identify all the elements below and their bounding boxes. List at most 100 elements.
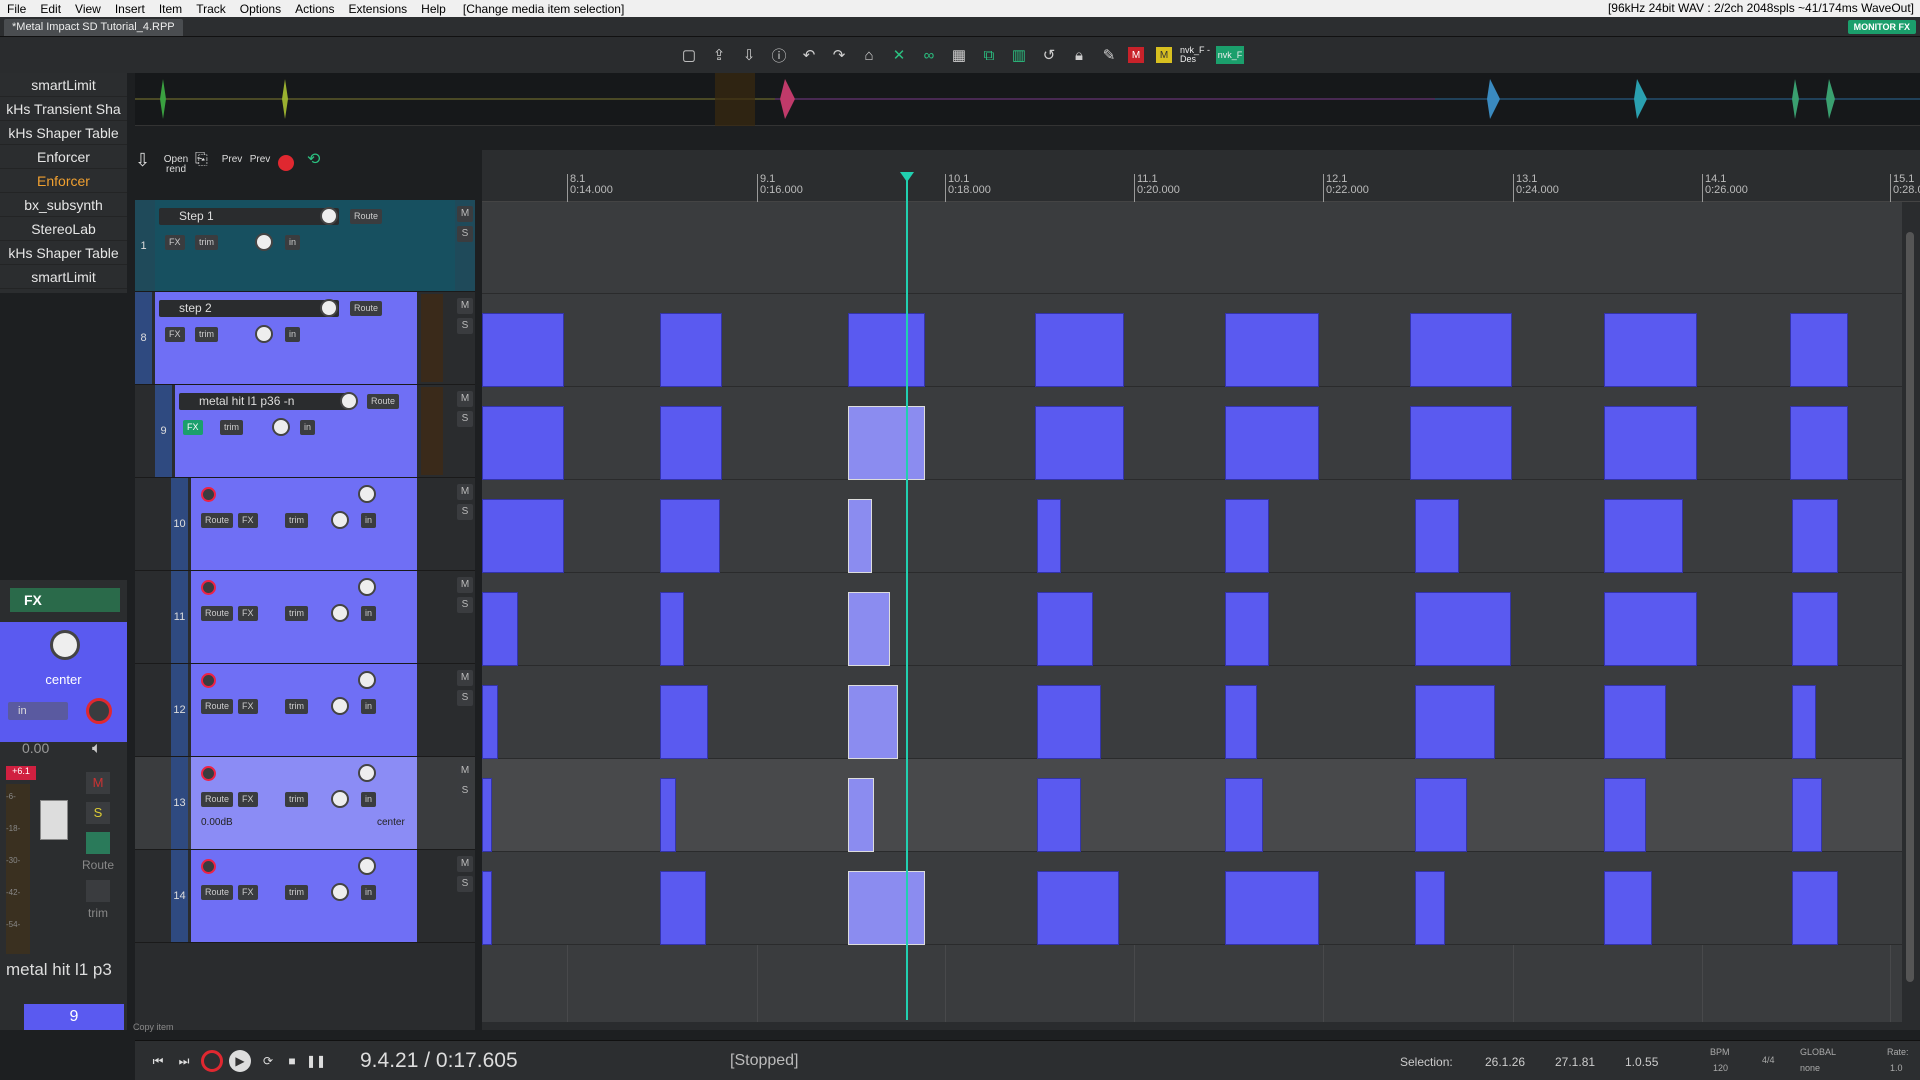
- nvk-button[interactable]: nvk_F: [1216, 46, 1244, 64]
- undo-icon[interactable]: ↶: [798, 44, 820, 66]
- fx-item[interactable]: kHs Shaper Table: [0, 121, 127, 145]
- media-item[interactable]: [1225, 406, 1319, 480]
- media-item[interactable]: [660, 871, 706, 945]
- menu-options[interactable]: Options: [233, 2, 288, 16]
- mute-button[interactable]: M: [457, 856, 473, 872]
- route-button[interactable]: Route: [201, 699, 234, 714]
- grouping-icon[interactable]: ⧉: [978, 44, 1000, 66]
- media-item[interactable]: [1415, 685, 1495, 759]
- route-button[interactable]: Route: [350, 301, 383, 316]
- preview-button-2[interactable]: Prev: [249, 155, 271, 165]
- pan-knob[interactable]: [331, 604, 349, 622]
- trim-button[interactable]: trim: [285, 885, 308, 900]
- media-item[interactable]: [1604, 592, 1697, 666]
- input-button[interactable]: in: [361, 885, 377, 900]
- fx-button[interactable]: FX: [238, 513, 258, 528]
- bpm-value[interactable]: 120: [1713, 1063, 1728, 1073]
- track-10[interactable]: 10 Route FX trim in M S: [135, 478, 475, 571]
- media-item[interactable]: [660, 685, 708, 759]
- menu-insert[interactable]: Insert: [108, 2, 152, 16]
- media-item[interactable]: [1037, 499, 1061, 573]
- grid-icon[interactable]: ▦: [948, 44, 970, 66]
- media-item[interactable]: [482, 685, 498, 759]
- media-item[interactable]: [1225, 313, 1319, 387]
- media-item[interactable]: [482, 592, 518, 666]
- m-icon[interactable]: M: [1128, 47, 1144, 63]
- track-1[interactable]: 1 Step 1 Route FX trim in M S: [135, 200, 475, 292]
- solo-button[interactable]: S: [457, 318, 473, 334]
- project-tab[interactable]: *Metal Impact SD Tutorial_4.RPP: [4, 19, 183, 36]
- pan-knob[interactable]: [331, 697, 349, 715]
- menu-view[interactable]: View: [68, 2, 108, 16]
- fx-item[interactable]: smartLimit: [0, 265, 127, 289]
- envelope-icon[interactable]: ✎: [1098, 44, 1120, 66]
- record-arm-button[interactable]: [86, 698, 112, 724]
- record-arm-button[interactable]: [201, 766, 216, 781]
- redo-icon[interactable]: ↷: [828, 44, 850, 66]
- track-9[interactable]: 9 metal hit l1 p36 -n Route FX trim in M…: [135, 385, 475, 478]
- track-8[interactable]: 8 step 2 Route FX trim in M S: [135, 292, 475, 385]
- render-icon[interactable]: ⎘: [195, 152, 208, 168]
- pan-knob[interactable]: [331, 790, 349, 808]
- menu-file[interactable]: File: [0, 2, 33, 16]
- fx-item[interactable]: kHs Transient Sha: [0, 97, 127, 121]
- loop-icon[interactable]: ↺: [1038, 44, 1060, 66]
- new-project-icon[interactable]: ▢: [678, 44, 700, 66]
- fx-item[interactable]: StereoLab: [0, 217, 127, 241]
- route-button[interactable]: Route: [201, 885, 234, 900]
- timeline-ruler[interactable]: 8.1 0:14.000 9.1 0:16.000 10.1 0:18.000 11.…: [482, 150, 1920, 202]
- grid-lines-icon[interactable]: ▥: [1008, 44, 1030, 66]
- vertical-scrollbar[interactable]: [1902, 202, 1920, 1022]
- nvk-des-button[interactable]: nvk_F -Des: [1180, 44, 1216, 66]
- route-button[interactable]: Route: [201, 606, 234, 621]
- arrange-view[interactable]: [482, 202, 1902, 1022]
- media-item[interactable]: [1792, 871, 1838, 945]
- m2-icon[interactable]: M: [1156, 47, 1172, 63]
- trim-button[interactable]: trim: [195, 327, 218, 342]
- mixer-track-name[interactable]: metal hit l1 p3: [6, 960, 126, 980]
- mute-button[interactable]: M: [457, 298, 473, 314]
- fx-item-selected[interactable]: Enforcer: [0, 169, 127, 193]
- media-item[interactable]: [1415, 871, 1445, 945]
- input-button[interactable]: in: [285, 327, 301, 342]
- mute-button[interactable]: M: [457, 577, 473, 593]
- media-item[interactable]: [1792, 499, 1838, 573]
- menu-extensions[interactable]: Extensions: [341, 2, 414, 16]
- automation-mode[interactable]: none: [1800, 1063, 1820, 1073]
- media-item[interactable]: [1225, 778, 1263, 852]
- trim-button[interactable]: trim: [285, 792, 308, 807]
- media-item[interactable]: [1035, 313, 1124, 387]
- rate-value[interactable]: 1.0: [1890, 1063, 1903, 1073]
- media-item-selected[interactable]: [848, 685, 898, 759]
- menu-help[interactable]: Help: [414, 2, 453, 16]
- route-button[interactable]: Route: [367, 394, 400, 409]
- mute-button[interactable]: M: [86, 772, 110, 794]
- media-item[interactable]: [482, 406, 564, 480]
- solo-button[interactable]: S: [457, 876, 473, 892]
- solo-button[interactable]: S: [457, 411, 473, 427]
- volume-knob[interactable]: [358, 485, 376, 503]
- route-icon[interactable]: [86, 832, 110, 854]
- track-13[interactable]: 13 Route FX trim in 0.00dB center M S: [135, 757, 475, 850]
- trim-icon[interactable]: [86, 880, 110, 902]
- media-item[interactable]: [1037, 778, 1081, 852]
- route-button[interactable]: Route: [350, 209, 383, 224]
- solo-button[interactable]: S: [457, 783, 473, 799]
- input-button[interactable]: in: [285, 235, 301, 250]
- fx-item[interactable]: bx_subsynth: [0, 193, 127, 217]
- pause-button[interactable]: ❚❚: [305, 1050, 327, 1072]
- repeat-icon[interactable]: ⟳: [257, 1050, 279, 1072]
- fx-button[interactable]: FX: [165, 327, 185, 342]
- peak-indicator[interactable]: +6.1: [6, 766, 36, 780]
- media-item[interactable]: [1410, 406, 1512, 480]
- menu-actions[interactable]: Actions: [288, 2, 341, 16]
- position-display[interactable]: 9.4.21 / 0:17.605: [360, 1049, 518, 1073]
- media-item[interactable]: [1790, 406, 1848, 480]
- mute-button[interactable]: M: [457, 484, 473, 500]
- play-button[interactable]: ▶: [229, 1050, 251, 1072]
- mute-button[interactable]: M: [457, 670, 473, 686]
- snap-icon[interactable]: ✕: [888, 44, 910, 66]
- lock-icon[interactable]: 🔒︎: [1068, 44, 1090, 66]
- horizontal-scrollbar[interactable]: [482, 1022, 1920, 1030]
- pan-knob[interactable]: [272, 418, 290, 436]
